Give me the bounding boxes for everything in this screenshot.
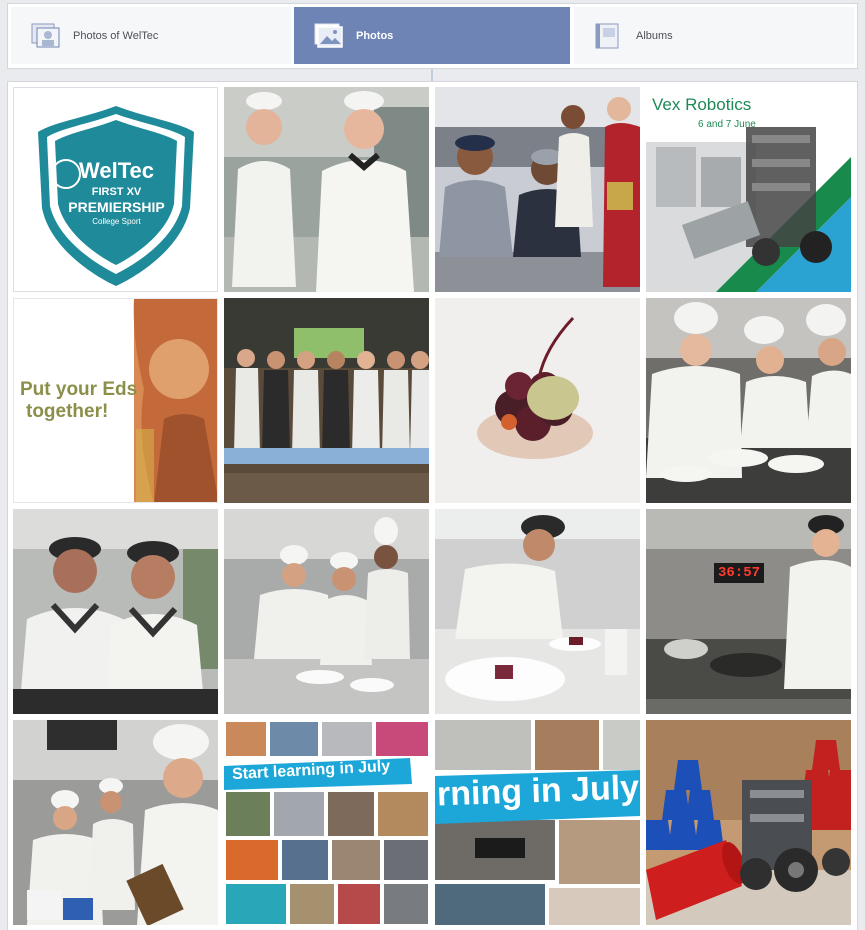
photo-tile-chef-clipboard[interactable] <box>13 720 218 925</box>
tab-photos-of-weltec[interactable]: Photos of WelTec <box>11 7 291 64</box>
tab-label: Albums <box>636 29 673 42</box>
photo-tile-start-learning-collage[interactable]: Start learning in July <box>224 720 429 925</box>
photo-tile-robot-cups[interactable] <box>646 720 851 925</box>
tab-albums[interactable]: Albums <box>574 7 854 64</box>
photo-subtitle: together! <box>26 401 109 422</box>
photo-line3: PREMIERSHIP <box>68 199 165 215</box>
tab-photos[interactable]: Photos <box>294 7 570 64</box>
timer-display: 36:57 <box>717 565 760 581</box>
tab-label: Photos <box>356 29 394 42</box>
photo-banner: rning in July <box>436 768 640 814</box>
photo-tile-vex-robotics[interactable]: Vex Robotics 6 and 7 June <box>646 87 851 292</box>
tagged-photos-icon <box>31 23 61 49</box>
photo-tile-chefs-cooking[interactable] <box>646 298 851 503</box>
photo-subtitle: 6 and 7 June <box>698 119 756 130</box>
photo-tile-group-chefs[interactable] <box>224 298 429 503</box>
tab-label: Photos of WelTec <box>73 29 159 42</box>
photo-title: Put your Eds <box>20 379 138 400</box>
photo-tile-students-lab[interactable] <box>435 87 640 292</box>
photo-tile-chef-plating-dessert[interactable] <box>435 509 640 714</box>
photo-tile-competition-kitchen[interactable]: 36:57 <box>646 509 851 714</box>
photo-title: Vex Robotics <box>652 95 752 114</box>
albums-icon <box>594 23 624 49</box>
tab-connector <box>431 69 433 81</box>
photo-tile-two-chefs[interactable] <box>13 509 218 714</box>
photos-icon <box>314 23 344 49</box>
photo-tile-plated-dessert[interactable] <box>435 298 640 503</box>
photo-tile-weltec-premiership[interactable]: WelTec FIRST XV PREMIERSHIP College Spor… <box>13 87 218 292</box>
photo-tile-learning-in-july-collage[interactable]: rning in July <box>435 720 640 925</box>
photo-tile-chefs-kitchen[interactable] <box>224 87 429 292</box>
photo-tile-put-your-eds-together[interactable]: Put your Eds together! <box>13 298 218 503</box>
photo-grid: WelTec FIRST XV PREMIERSHIP College Spor… <box>7 81 858 930</box>
photo-line4: College Sport <box>92 217 141 226</box>
photo-tile-students-plating[interactable] <box>224 509 429 714</box>
photos-tab-bar: Photos of WelTec Photos Albums <box>7 3 858 69</box>
photo-title: WelTec <box>79 158 154 183</box>
photo-subtitle: FIRST XV <box>91 186 142 198</box>
